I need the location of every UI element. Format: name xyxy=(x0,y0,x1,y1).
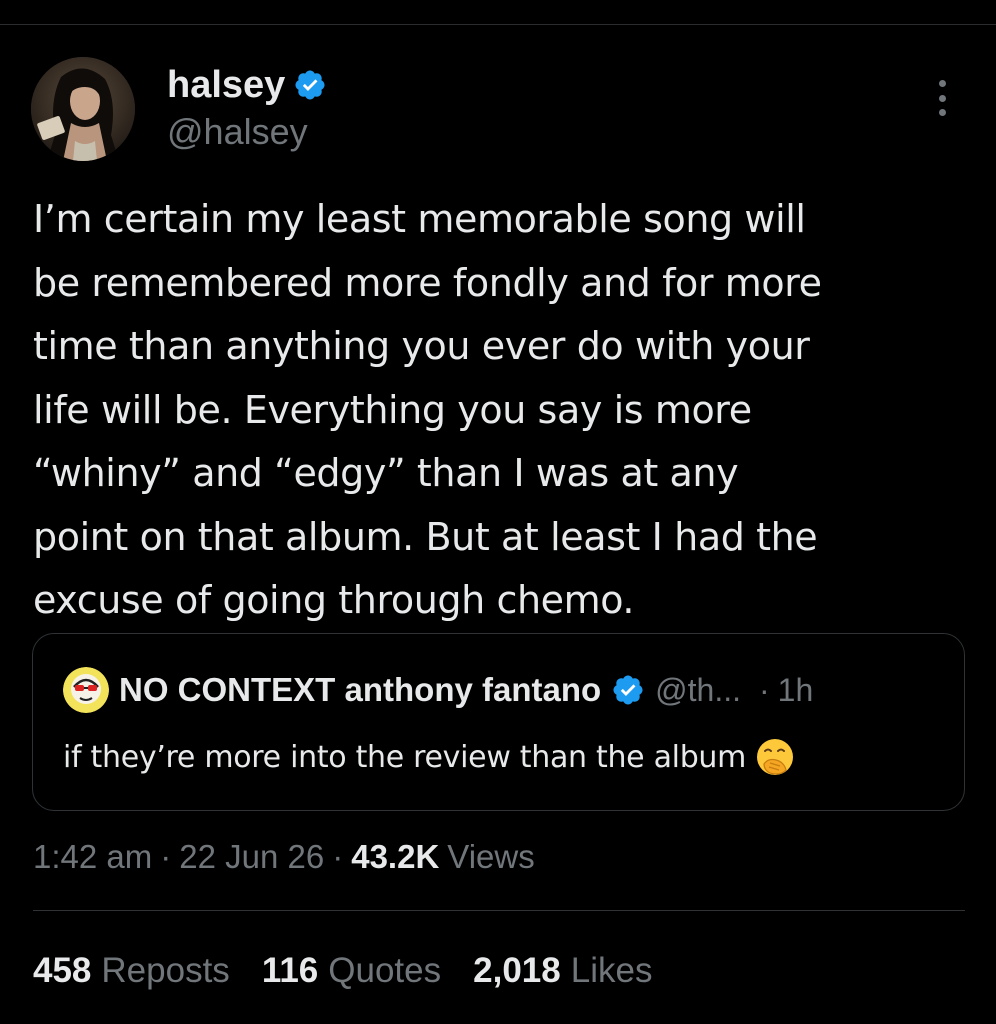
verified-badge-icon[interactable] xyxy=(611,673,645,707)
tweet-time[interactable]: 1:42 am xyxy=(33,838,152,876)
reposts-label: Reposts xyxy=(101,951,230,990)
author-name-text: halsey xyxy=(167,64,286,106)
views-label: Views xyxy=(447,838,535,875)
quoted-tweet-text-row: if they’re more into the review than the… xyxy=(63,732,796,782)
likes-label: Likes xyxy=(570,951,653,990)
engagement-stats: 458 Reposts 116 Quotes 2,018 Likes xyxy=(33,947,684,995)
more-dot xyxy=(938,109,946,116)
more-dot xyxy=(938,94,946,102)
verified-badge-icon[interactable] xyxy=(293,68,327,102)
quotes-stat[interactable]: 116 Quotes xyxy=(262,951,441,991)
reposts-count: 458 xyxy=(33,951,92,990)
quoted-author-handle[interactable]: @th... xyxy=(655,672,741,709)
face-with-hand-over-mouth-emoji-icon xyxy=(754,736,796,778)
quoted-tweet-text: if they’re more into the review than the… xyxy=(63,739,747,775)
tweet-text: I’m certain my least memorable song will… xyxy=(33,197,822,622)
separator-dot: · xyxy=(160,838,172,875)
profile-photo-icon xyxy=(31,57,135,161)
likes-stat[interactable]: 2,018 Likes xyxy=(473,951,652,991)
quoted-tweet-card[interactable]: NO CONTEXT anthony fantano @th... · 1h i… xyxy=(32,633,965,811)
author-avatar[interactable] xyxy=(31,57,135,161)
tweet-meta-line: 1:42 am · 22 Jun 26 · 43.2K Views xyxy=(33,834,535,880)
author-handle[interactable]: @halsey xyxy=(167,110,308,154)
quoted-author-name[interactable]: NO CONTEXT anthony fantano xyxy=(119,671,601,709)
quotes-count: 116 xyxy=(261,951,319,990)
quoted-author-avatar[interactable] xyxy=(63,667,109,713)
reposts-stat[interactable]: 458 Reposts xyxy=(33,951,230,991)
more-options-icon[interactable] xyxy=(928,80,956,116)
views-count[interactable]: 43.2K xyxy=(351,838,439,876)
likes-count: 2,018 xyxy=(473,951,561,990)
separator-dot: · xyxy=(332,838,344,875)
stats-divider xyxy=(33,910,965,911)
quoted-tweet-header: NO CONTEXT anthony fantano @th... · 1h xyxy=(63,667,814,713)
author-display-name[interactable]: halsey xyxy=(167,62,327,108)
quoted-tweet-time[interactable]: 1h xyxy=(778,672,814,709)
top-divider xyxy=(0,24,996,25)
more-dot xyxy=(938,80,946,87)
tweet-date[interactable]: 22 Jun 26 xyxy=(179,838,324,876)
separator-dot: · xyxy=(759,671,770,708)
quotes-label: Quotes xyxy=(328,951,442,990)
